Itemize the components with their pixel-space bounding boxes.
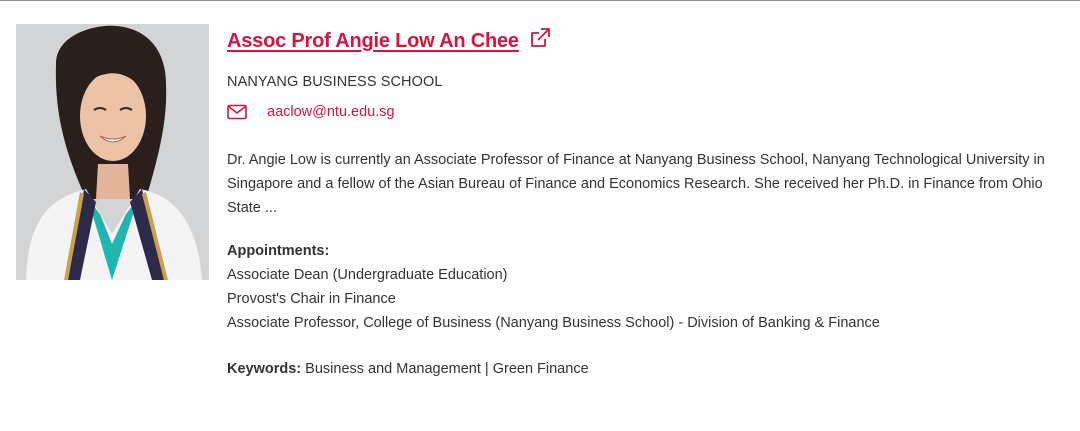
keywords-value: Business and Management | Green Finance <box>305 361 589 377</box>
keywords-section: Keywords: Business and Management | Gree… <box>227 361 1075 377</box>
profile-details: Assoc Prof Angie Low An Chee NANYANG BUS… <box>227 24 1075 377</box>
name-row: Assoc Prof Angie Low An Chee <box>227 24 1075 58</box>
appointment-item: Associate Professor, College of Business… <box>227 315 880 331</box>
profile-name-link[interactable]: Assoc Prof Angie Low An Chee <box>227 30 519 53</box>
top-divider <box>0 0 1080 1</box>
envelope-icon <box>227 104 247 120</box>
bio-text: Dr. Angie Low is currently an Associate … <box>227 152 1045 216</box>
appointments-section: Appointments: Associate Dean (Undergradu… <box>227 239 1075 335</box>
email-link[interactable]: aaclow@ntu.edu.sg <box>267 104 395 120</box>
keywords-label: Keywords: <box>227 361 302 377</box>
appointment-item: Associate Dean (Undergraduate Education) <box>227 267 508 283</box>
appointment-item: Provost's Chair in Finance <box>227 291 396 307</box>
external-link-icon[interactable] <box>529 27 551 49</box>
appointments-heading: Appointments: <box>227 243 330 259</box>
email-row: aaclow@ntu.edu.sg <box>227 104 1075 120</box>
school-name: NANYANG BUSINESS SCHOOL <box>227 74 443 90</box>
profile-photo <box>16 24 209 280</box>
